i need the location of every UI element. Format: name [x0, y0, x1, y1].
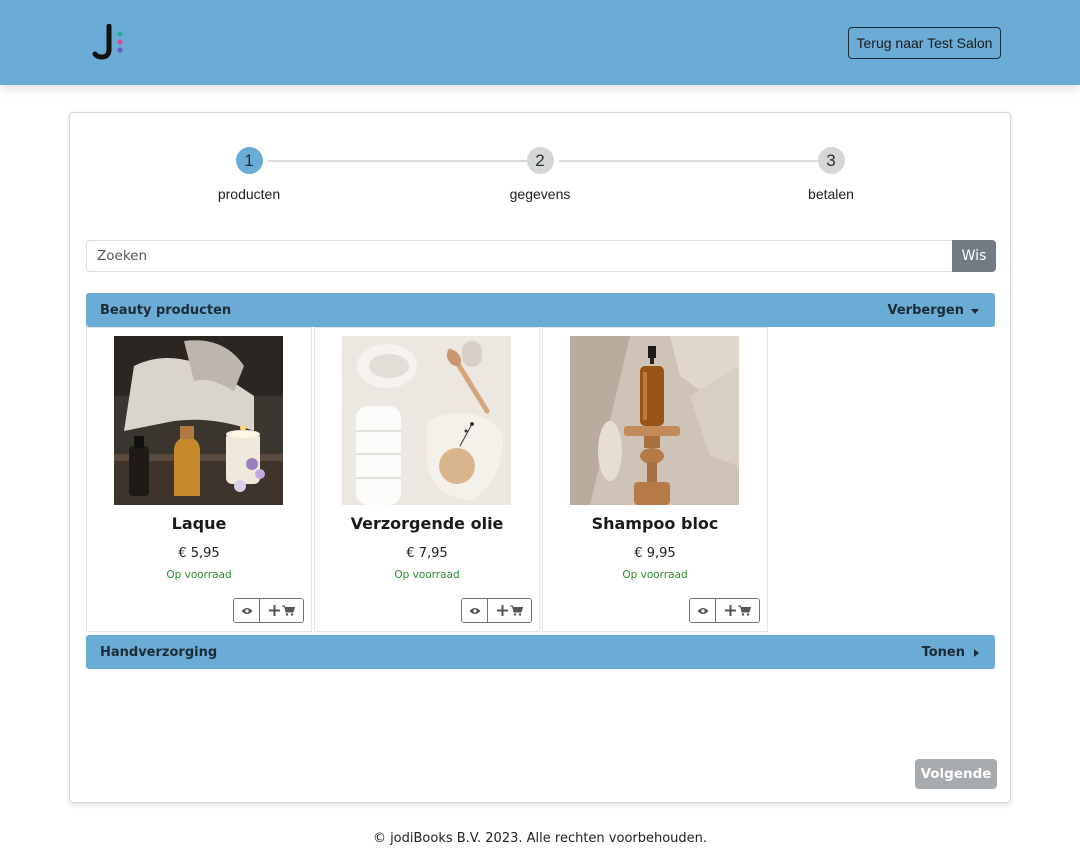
step-number: 2 — [526, 147, 554, 174]
product-grid: Laque € 5,95 Op voorraad Verzorgende oli… — [86, 327, 770, 632]
view-product-button[interactable] — [234, 599, 260, 622]
view-product-button[interactable] — [690, 599, 716, 622]
jodibooks-logo-icon[interactable] — [92, 23, 132, 64]
product-actions — [689, 598, 760, 623]
stock-status: Op voorraad — [394, 569, 460, 581]
product-card: Verzorgende olie € 7,95 Op voorraad — [314, 327, 540, 632]
cart-icon — [281, 605, 295, 616]
view-product-button[interactable] — [462, 599, 488, 622]
checkout-card: 1 producten 2 gegevens 3 betalen Wis Bea… — [69, 112, 1011, 803]
step-label: producten — [217, 186, 281, 202]
step-details: 2 gegevens — [480, 147, 600, 202]
product-image-dropper-bottle[interactable] — [570, 336, 739, 505]
product-actions — [233, 598, 304, 623]
eye-icon — [697, 607, 708, 614]
top-header: Terug naar Test Salon — [0, 0, 1080, 85]
product-card: Laque € 5,95 Op voorraad — [86, 327, 312, 632]
cart-icon — [737, 605, 751, 616]
toggle-label: Verbergen — [887, 302, 965, 318]
add-to-cart-button[interactable] — [260, 599, 303, 622]
search-input[interactable] — [86, 240, 952, 272]
progress-steps: 1 producten 2 gegevens 3 betalen — [70, 113, 1010, 223]
add-to-cart-button[interactable] — [488, 599, 531, 622]
product-card: Shampoo bloc € 9,95 Op voorraad — [542, 327, 768, 632]
plus-icon — [724, 605, 736, 616]
cart-icon — [509, 605, 523, 616]
product-name: Laque — [171, 514, 227, 533]
stock-status: Op voorraad — [622, 569, 688, 581]
product-name: Shampoo bloc — [591, 514, 719, 533]
step-label: betalen — [808, 186, 854, 202]
step-number: 3 — [817, 147, 845, 174]
product-image-oil-bottles[interactable] — [114, 336, 283, 505]
category-bar-beauty[interactable]: Beauty producten Verbergen — [86, 293, 995, 327]
category-title: Handverzorging — [100, 644, 218, 660]
product-name: Verzorgende olie — [350, 514, 504, 533]
step-number: 1 — [235, 147, 263, 174]
stock-status: Op voorraad — [166, 569, 232, 581]
eye-icon — [241, 607, 252, 614]
footer-copyright: © jodiBooks B.V. 2023. Alle rechten voor… — [372, 831, 708, 846]
product-actions — [461, 598, 532, 623]
step-label: gegevens — [509, 186, 571, 202]
product-price: € 5,95 — [178, 546, 220, 561]
product-image-towel-brush[interactable] — [342, 336, 511, 505]
clear-search-button[interactable]: Wis — [952, 240, 996, 272]
product-price: € 9,95 — [634, 546, 676, 561]
category-toggle-show[interactable]: Tonen — [922, 645, 979, 660]
caret-down-icon — [971, 308, 979, 314]
plus-icon — [496, 605, 508, 616]
step-payment: 3 betalen — [771, 147, 891, 202]
back-to-salon-button[interactable]: Terug naar Test Salon — [848, 27, 1001, 59]
plus-icon — [268, 605, 280, 616]
add-to-cart-button[interactable] — [716, 599, 759, 622]
category-bar-hand-care[interactable]: Handverzorging Tonen — [86, 635, 995, 669]
toggle-label: Tonen — [921, 644, 965, 660]
eye-icon — [469, 607, 480, 614]
step-products: 1 producten — [189, 147, 309, 202]
caret-right-icon — [974, 649, 979, 657]
category-title: Beauty producten — [100, 302, 232, 318]
product-price: € 7,95 — [406, 546, 448, 561]
next-button[interactable]: Volgende — [915, 759, 997, 789]
category-toggle-hide[interactable]: Verbergen — [887, 302, 979, 318]
search-bar: Wis — [86, 240, 996, 272]
